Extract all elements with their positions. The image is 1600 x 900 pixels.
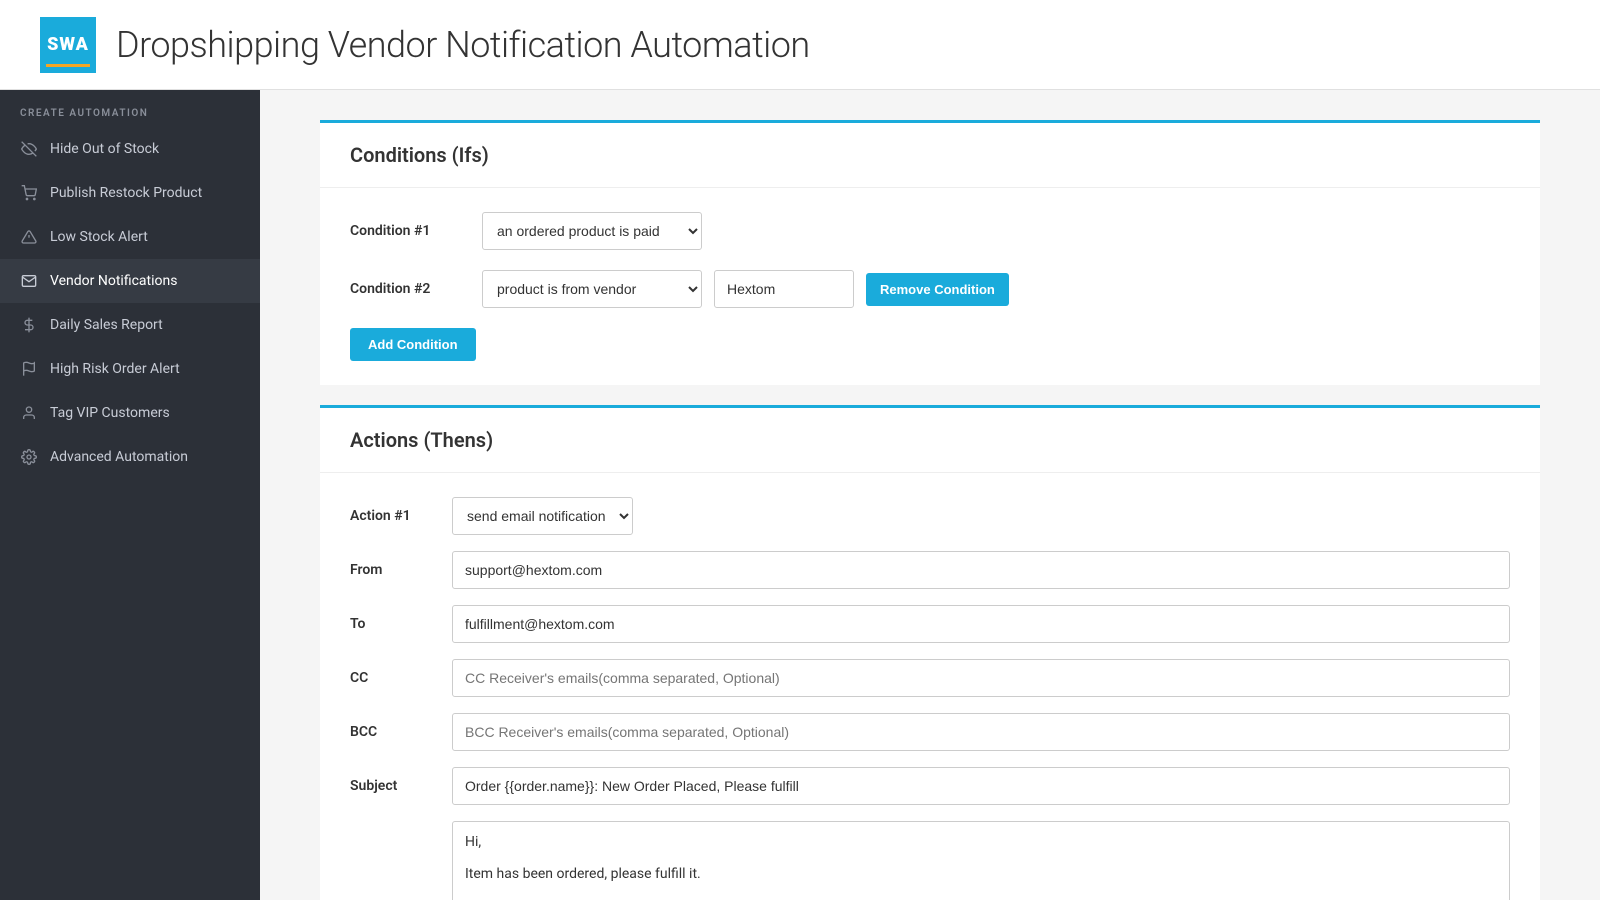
- sidebar-item-low-stock-alert[interactable]: Low Stock Alert: [0, 215, 260, 259]
- from-row: From: [350, 551, 1510, 589]
- header: SWA Dropshipping Vendor Notification Aut…: [0, 0, 1600, 90]
- main-content: Conditions (Ifs) Condition #1 an ordered…: [260, 90, 1600, 900]
- remove-condition-button[interactable]: Remove Condition: [866, 273, 1009, 306]
- flag-icon: [20, 360, 38, 378]
- sidebar-item-advanced-automation[interactable]: Advanced Automation: [0, 435, 260, 479]
- cc-row: CC: [350, 659, 1510, 697]
- action1-label: Action #1: [350, 508, 440, 524]
- sidebar-item-label: Tag VIP Customers: [50, 405, 170, 421]
- alert-icon: [20, 228, 38, 246]
- condition2-vendor-input[interactable]: [714, 270, 854, 308]
- subject-label: Subject: [350, 778, 440, 794]
- conditions-header: Conditions (Ifs): [320, 123, 1540, 188]
- actions-body: Action #1 send email notification send S…: [320, 473, 1540, 900]
- to-input[interactable]: [452, 605, 1510, 643]
- from-label: From: [350, 562, 440, 578]
- actions-title: Actions (Thens): [350, 428, 1510, 452]
- actions-section: Actions (Thens) Action #1 send email not…: [320, 405, 1540, 900]
- condition2-row: Condition #2 product is from vendor prod…: [350, 270, 1510, 308]
- sidebar-item-label: Low Stock Alert: [50, 229, 148, 245]
- eye-off-icon: [20, 140, 38, 158]
- cart-icon: [20, 184, 38, 202]
- to-label: To: [350, 616, 440, 632]
- bcc-input[interactable]: [452, 713, 1510, 751]
- body-textarea[interactable]: Hi, Item has been ordered, please fulfil…: [452, 821, 1510, 900]
- condition1-label: Condition #1: [350, 223, 470, 239]
- condition1-row: Condition #1 an ordered product is paid …: [350, 212, 1510, 250]
- sidebar-items: Hide Out of Stock Publish Restock Product…: [0, 127, 260, 479]
- sidebar-item-label: Advanced Automation: [50, 449, 188, 465]
- sidebar-item-label: Vendor Notifications: [50, 273, 177, 289]
- sidebar-item-vendor-notifications[interactable]: Vendor Notifications: [0, 259, 260, 303]
- condition2-select[interactable]: product is from vendor product is tagged…: [482, 270, 702, 308]
- action1-select[interactable]: send email notification send SMS notific…: [452, 497, 633, 535]
- page-title: Dropshipping Vendor Notification Automat…: [116, 24, 810, 66]
- sidebar-section-label: CREATE AUTOMATION: [0, 90, 260, 127]
- sidebar-item-label: Hide Out of Stock: [50, 141, 159, 157]
- conditions-section: Conditions (Ifs) Condition #1 an ordered…: [320, 120, 1540, 385]
- cc-label: CC: [350, 670, 440, 686]
- add-condition-button[interactable]: Add Condition: [350, 328, 476, 361]
- conditions-title: Conditions (Ifs): [350, 143, 1510, 167]
- sidebar-item-tag-vip-customers[interactable]: Tag VIP Customers: [0, 391, 260, 435]
- condition1-select[interactable]: an ordered product is paid an ordered pr…: [482, 212, 702, 250]
- gear-icon: [20, 448, 38, 466]
- from-input[interactable]: [452, 551, 1510, 589]
- bcc-label: BCC: [350, 724, 440, 740]
- bcc-row: BCC: [350, 713, 1510, 751]
- sidebar-item-daily-sales-report[interactable]: Daily Sales Report: [0, 303, 260, 347]
- conditions-body: Condition #1 an ordered product is paid …: [320, 188, 1540, 385]
- sidebar: CREATE AUTOMATION Hide Out of Stock Publi…: [0, 90, 260, 900]
- cc-input[interactable]: [452, 659, 1510, 697]
- actions-header: Actions (Thens): [320, 408, 1540, 473]
- main-layout: CREATE AUTOMATION Hide Out of Stock Publi…: [0, 90, 1600, 900]
- envelope-icon: [20, 272, 38, 290]
- add-condition-container: Add Condition: [350, 328, 1510, 361]
- sidebar-item-label: Daily Sales Report: [50, 317, 163, 333]
- subject-input[interactable]: [452, 767, 1510, 805]
- sidebar-item-label: Publish Restock Product: [50, 185, 202, 201]
- condition2-label: Condition #2: [350, 281, 470, 297]
- action1-row: Action #1 send email notification send S…: [350, 497, 1510, 535]
- logo: SWA: [40, 17, 96, 73]
- subject-row: Subject: [350, 767, 1510, 805]
- body-row: Hi, Item has been ordered, please fulfil…: [350, 821, 1510, 900]
- logo-text: SWA: [47, 36, 89, 54]
- sidebar-item-high-risk-order-alert[interactable]: High Risk Order Alert: [0, 347, 260, 391]
- sidebar-item-label: High Risk Order Alert: [50, 361, 180, 377]
- sidebar-item-hide-out-of-stock[interactable]: Hide Out of Stock: [0, 127, 260, 171]
- user-icon: [20, 404, 38, 422]
- sidebar-item-publish-restock-product[interactable]: Publish Restock Product: [0, 171, 260, 215]
- dollar-icon: [20, 316, 38, 334]
- to-row: To: [350, 605, 1510, 643]
